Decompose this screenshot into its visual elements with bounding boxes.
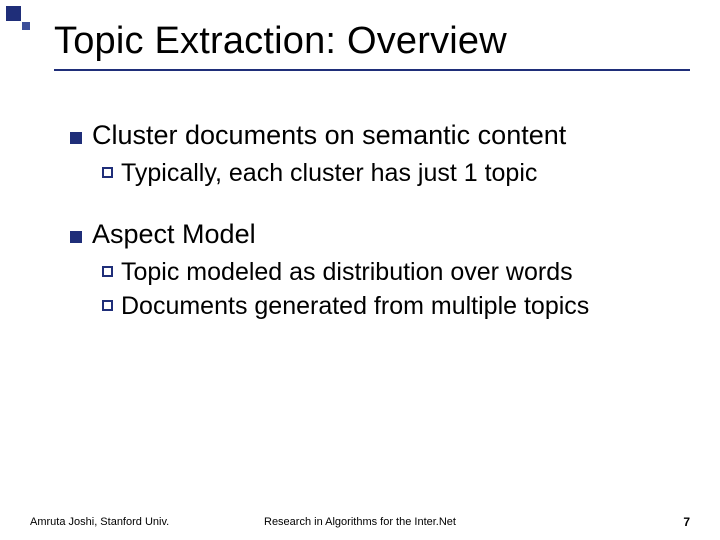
open-square-bullet-icon xyxy=(102,266,113,277)
open-square-bullet-icon xyxy=(102,167,113,178)
title-block: Topic Extraction: Overview xyxy=(54,20,690,71)
sub-bullet-group: Typically, each cluster has just 1 topic xyxy=(102,157,680,191)
bullet-text: Typically, each cluster has just 1 topic xyxy=(121,157,537,191)
square-icon xyxy=(6,6,21,21)
bullet-level1: Cluster documents on semantic content xyxy=(70,120,680,151)
square-icon xyxy=(22,22,30,30)
bullet-text: Documents generated from multiple topics xyxy=(121,290,589,324)
sub-bullet-group: Topic modeled as distribution over words… xyxy=(102,256,680,324)
slide-number: 7 xyxy=(683,515,690,529)
slide-content: Cluster documents on semantic content Ty… xyxy=(70,120,680,351)
bullet-text: Topic modeled as distribution over words xyxy=(121,256,573,290)
bullet-level1: Aspect Model xyxy=(70,219,680,250)
bullet-level2: Typically, each cluster has just 1 topic xyxy=(102,157,680,191)
square-bullet-icon xyxy=(70,231,82,243)
square-bullet-icon xyxy=(70,132,82,144)
bullet-text: Cluster documents on semantic content xyxy=(92,120,566,151)
title-underline xyxy=(54,69,690,71)
bullet-level2: Topic modeled as distribution over words xyxy=(102,256,680,290)
footer-title: Research in Algorithms for the Inter.Net xyxy=(264,516,456,528)
slide-title: Topic Extraction: Overview xyxy=(54,20,690,63)
bullet-level2: Documents generated from multiple topics xyxy=(102,290,680,324)
corner-decoration xyxy=(0,0,30,28)
open-square-bullet-icon xyxy=(102,300,113,311)
bullet-text: Aspect Model xyxy=(92,219,256,250)
